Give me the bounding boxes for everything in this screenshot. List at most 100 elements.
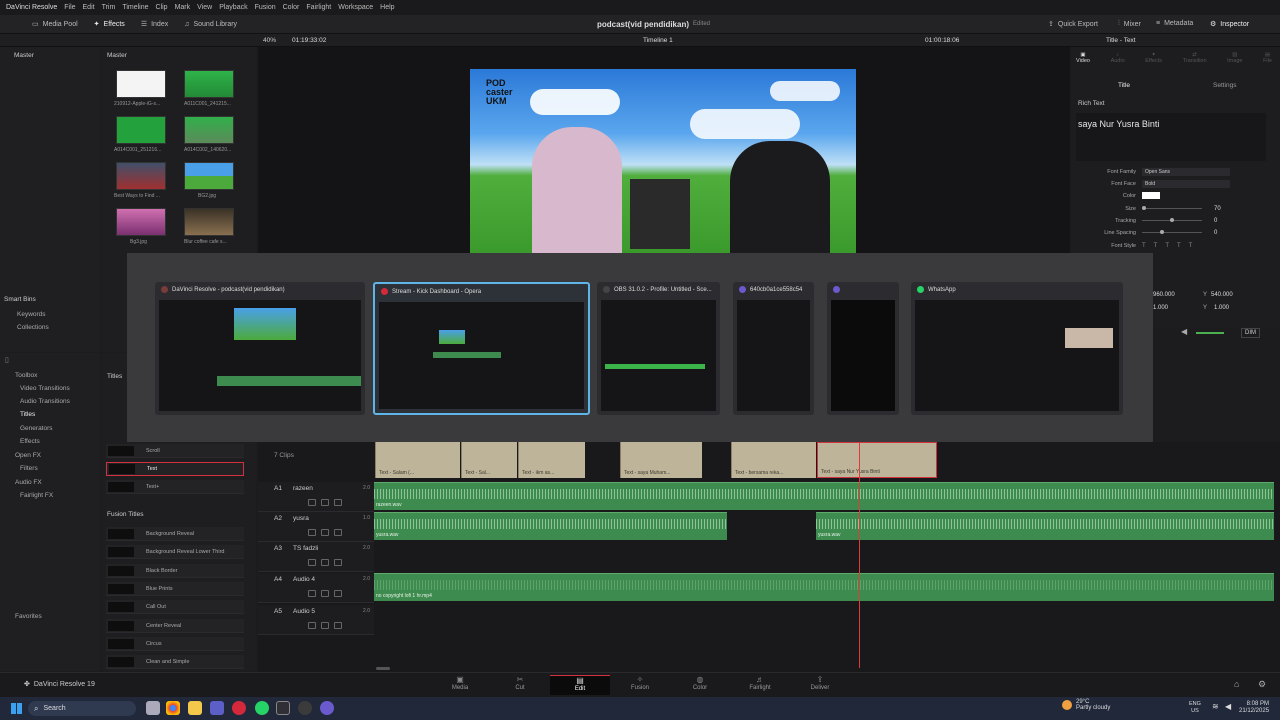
volume-tray-icon[interactable]: ◀ [1225,702,1231,711]
line-spacing-slider[interactable] [1142,230,1202,234]
discord-icon[interactable] [320,701,334,715]
zoom-y[interactable]: 1.000 [1214,305,1229,311]
wifi-icon[interactable]: ≋ [1212,702,1219,711]
clock[interactable]: 8:08 PM 21/12/2025 [1239,701,1269,715]
whatsapp-icon[interactable] [255,701,269,715]
title-item-scroll[interactable]: Scroll [106,444,244,458]
audio-clip-yusra[interactable]: yusra.wav [816,512,1274,540]
slider-handle[interactable] [1160,230,1164,234]
menu-playback[interactable]: Playback [219,4,247,11]
text-clip[interactable]: Text - saya Muham... [620,442,702,478]
fusion-title-item[interactable]: Black Border [106,564,244,578]
opera-icon[interactable] [232,701,246,715]
rich-text-box[interactable]: saya Nur Yusra Binti [1076,113,1266,161]
mute-icon[interactable] [334,622,342,629]
window-card-obs[interactable]: OBS 31.0.2 - Profile: Untitled - Sce... [597,282,720,415]
clip-thumb[interactable] [184,116,234,144]
menu-workspace[interactable]: Workspace [338,4,373,11]
tree-audio-transitions[interactable]: Audio Transitions [20,398,70,405]
track-header-a4[interactable]: A4 Audio 4 2.0 [258,573,374,603]
page-fairlight[interactable]: ♬ Fairlight [730,675,790,695]
chrome-icon[interactable] [166,701,180,715]
mute-icon[interactable] [334,529,342,536]
audio-clip-lofi[interactable]: no copyright lofi 1 hr.mp4 [374,573,1274,601]
smart-bin-keywords[interactable]: Keywords [17,311,46,318]
weather-widget[interactable]: 29°C Partly cloudy [1062,699,1110,711]
tree-filters[interactable]: Filters [20,465,38,472]
file-explorer-icon[interactable] [188,701,202,715]
size-value[interactable]: 70 [1214,206,1221,212]
home-icon[interactable]: ⌂ [1234,679,1239,689]
fusion-title-item[interactable]: Background Reveal [106,527,244,541]
quick-export-button[interactable]: ⇪ Quick Export [1040,20,1106,29]
tab-audio[interactable]: ♪ Audio [1111,52,1125,72]
text-clip-selected[interactable]: Text - saya Nur Yusra Binti [817,442,937,478]
tracking-slider[interactable] [1142,218,1202,222]
timeline-name[interactable]: Timeline 1 [643,37,673,44]
metadata-button[interactable]: ≡ Metadata [1148,20,1201,27]
audio-clip-razeen[interactable]: razeen.wav [374,482,1274,510]
solo-icon[interactable] [321,590,329,597]
task-view-icon[interactable] [146,701,160,715]
monitor-icon[interactable] [308,590,316,597]
viewer-frame[interactable]: POD caster UKM [470,69,856,253]
window-card-davinci[interactable]: DaVinci Resolve - podcast(vid pendidikan… [155,282,365,415]
subtab-title[interactable]: Title [1118,82,1130,89]
tab-transition[interactable]: ⇄ Transition [1183,52,1207,72]
fusion-title-item[interactable]: Center Reveal [106,619,244,633]
obs-taskbar-icon[interactable] [298,701,312,715]
text-clip[interactable]: Text - Salam (... [375,442,460,478]
clip-thumb[interactable] [116,116,166,144]
title-item-text-plus[interactable]: Text+ [106,480,244,494]
menu-help[interactable]: Help [380,4,394,11]
timeline-scrollbar[interactable] [376,667,390,670]
monitor-icon[interactable] [308,499,316,506]
window-card-unnamed[interactable]: 640cb0a1ce558c54 [733,282,814,415]
window-card-chat[interactable] [827,282,899,415]
solo-icon[interactable] [321,529,329,536]
tab-effects[interactable]: ✦ Effects [1145,52,1162,72]
playhead[interactable] [859,442,860,668]
menu-mark[interactable]: Mark [175,4,191,11]
panel-toggle-icon[interactable]: ▯ [5,356,9,364]
track-header-a5[interactable]: A5 Audio 5 2.0 [258,605,374,635]
fusion-title-item[interactable]: Circus [106,637,244,651]
taskbar-search[interactable]: ⌕ Search [28,701,136,716]
language-indicator[interactable]: ENG US [1189,701,1201,715]
menu-fairlight[interactable]: Fairlight [306,4,331,11]
volume-icon[interactable]: ◀ [1181,327,1187,336]
track-header-a1[interactable]: A1 razeen 2.0 [258,482,374,512]
clip-thumb[interactable] [116,208,166,236]
fusion-title-item[interactable]: Background Reveal Lower Third [106,545,244,559]
font-face-dropdown[interactable]: Bold [1142,179,1230,188]
page-fusion[interactable]: ✧ Fusion [610,675,670,695]
subtab-settings[interactable]: Settings [1213,82,1237,89]
master-bin-label[interactable]: Master [14,52,34,59]
tree-titles[interactable]: Titles [20,411,35,418]
page-media[interactable]: ▣ Media [430,675,490,695]
settings-icon[interactable]: ⚙ [1258,679,1266,690]
window-card-whatsapp[interactable]: WhatsApp [911,282,1123,415]
track-header-a3[interactable]: A3 TS fadzli 2.0 [258,542,374,572]
smart-bin-collections[interactable]: Collections [17,324,49,331]
menu-clip[interactable]: Clip [156,4,168,11]
position-y[interactable]: 540.000 [1211,292,1233,298]
tree-generators[interactable]: Generators [20,425,53,432]
mute-icon[interactable] [334,499,342,506]
solo-icon[interactable] [321,559,329,566]
page-cut[interactable]: ✂ Cut [490,675,550,695]
menu-edit[interactable]: Edit [83,4,95,11]
davinci-taskbar-icon[interactable] [276,701,290,715]
solo-icon[interactable] [321,622,329,629]
window-card-opera[interactable]: Stream - Kick Dashboard - Opera [373,282,590,415]
font-family-dropdown[interactable]: Open Sans [1142,167,1230,176]
tree-audio-fx[interactable]: Audio FX [15,479,42,486]
tree-effects[interactable]: Effects [20,438,40,445]
menu-fusion[interactable]: Fusion [255,4,276,11]
monitor-icon[interactable] [308,529,316,536]
page-color[interactable]: ◍ Color [670,675,730,695]
text-clip[interactable]: Text - bersama reka... [731,442,816,478]
menu-timeline[interactable]: Timeline [122,4,148,11]
tracking-value[interactable]: 0 [1214,218,1217,224]
inspector-button[interactable]: ⚙ Inspector [1202,20,1257,29]
